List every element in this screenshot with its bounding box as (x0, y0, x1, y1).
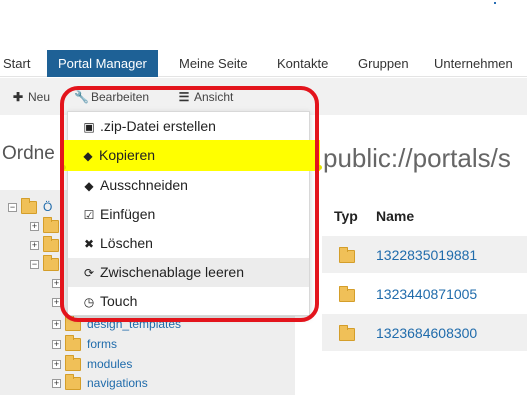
menu-item-create-zip[interactable]: ▣ .zip-Datei erstellen (68, 112, 309, 141)
tree-row[interactable]: + (52, 293, 65, 311)
new-button[interactable]: ✚ Neu (11, 88, 50, 106)
edit-menu-label: Bearbeiten (91, 90, 150, 104)
file-name-link[interactable]: 1322835019881 (376, 247, 477, 263)
file-name-link[interactable]: 1323684608300 (376, 325, 477, 341)
table-row[interactable]: 1322835019881 (322, 236, 527, 273)
file-name-link[interactable]: 1323440871005 (376, 286, 477, 302)
tree-row[interactable]: + (30, 235, 65, 254)
tree-item-label[interactable]: modules (87, 357, 132, 371)
tree-item-label[interactable]: design_templates (87, 317, 181, 331)
expand-icon[interactable]: + (52, 339, 61, 349)
new-button-label: Neu (28, 90, 51, 104)
nav-item-gruppen[interactable]: Gruppen (358, 50, 409, 77)
check-square-icon: ☑ (83, 208, 95, 222)
menu-item-label: .zip-Datei erstellen (100, 118, 216, 134)
tree-item-label[interactable]: navigations (87, 376, 148, 390)
menu-item-label: Ausschneiden (100, 177, 188, 193)
folder-icon (65, 373, 81, 390)
nav-item-unternehmen[interactable]: Unternehmen (434, 50, 513, 77)
expand-icon[interactable]: + (52, 278, 61, 288)
menu-item-paste[interactable]: ☑ Einfügen (68, 200, 309, 229)
times-icon: ✖ (83, 237, 95, 251)
top-navigation: Start Portal Manager Meine Seite Kontakt… (0, 50, 527, 77)
highlight-handle (317, 165, 322, 170)
folder-panel-title: Ordne (2, 143, 55, 164)
menu-item-label: Touch (100, 293, 138, 309)
edit-menu-button[interactable]: 🔧 Bearbeiten (74, 88, 149, 106)
menu-item-label: Einfügen (100, 206, 156, 222)
tree-row-design-templates[interactable]: + design_templates (52, 314, 181, 333)
folder-icon (43, 216, 59, 233)
nav-item-meine-seite[interactable]: Meine Seite (179, 50, 248, 77)
clock-icon: ◷ (83, 295, 95, 309)
menu-item-label: Kopieren (99, 147, 156, 163)
folder-icon (339, 325, 355, 341)
collapse-icon[interactable]: − (30, 259, 39, 269)
tree-row[interactable]: − (30, 254, 65, 273)
plus-icon: ✚ (12, 90, 24, 104)
tree-row-root[interactable]: − Ö (8, 197, 52, 216)
tag-icon: ◆ (84, 179, 94, 193)
menu-item-cut[interactable]: ◆ Ausschneiden (68, 171, 309, 200)
menu-item-label: Löschen (100, 235, 153, 251)
tree-row-forms[interactable]: + forms (52, 334, 117, 353)
nav-item-kontakte[interactable]: Kontakte (277, 50, 328, 77)
decorative-dot (494, 2, 496, 4)
table-row[interactable]: 1323440871005 (322, 275, 527, 312)
column-header-name[interactable]: Name (376, 208, 414, 224)
folder-icon (339, 286, 355, 302)
expand-icon[interactable]: + (52, 378, 61, 388)
folder-icon (43, 254, 59, 271)
menu-item-delete[interactable]: ✖ Löschen (68, 229, 309, 258)
expand-icon[interactable]: + (52, 297, 61, 307)
folder-icon (21, 197, 37, 214)
archive-icon: ▣ (83, 120, 95, 134)
tree-row-navigations[interactable]: + navigations (52, 373, 148, 392)
folder-icon (65, 354, 81, 371)
tree-row[interactable]: + (52, 274, 65, 292)
tree-row-modules[interactable]: + modules (52, 354, 132, 373)
nav-item-portal-manager[interactable]: Portal Manager (47, 50, 158, 77)
view-menu-label: Ansicht (194, 90, 234, 104)
menu-item-label: Zwischenablage leeren (100, 264, 244, 280)
expand-icon[interactable]: + (30, 240, 39, 250)
tag-icon: ◆ (83, 149, 93, 163)
menu-item-copy-highlighted[interactable]: ◆ Kopieren (67, 141, 310, 170)
folder-icon (339, 247, 355, 263)
folder-icon (65, 314, 81, 331)
tree-root-label[interactable]: Ö (43, 200, 52, 214)
view-menu-button[interactable]: ☰ Ansicht (177, 88, 234, 106)
wrench-icon: 🔧 (74, 90, 89, 104)
table-row[interactable]: 1323684608300 (322, 314, 527, 351)
expand-icon[interactable]: + (30, 221, 39, 231)
refresh-icon: ⟳ (83, 266, 95, 280)
expand-icon[interactable]: + (52, 319, 61, 329)
menu-item-clear-clipboard[interactable]: ⟳ Zwischenablage leeren (68, 258, 309, 287)
file-table: Typ Name 1322835019881 1323440871005 132… (322, 197, 527, 357)
tree-item-label[interactable]: forms (87, 337, 117, 351)
highlight-handle (61, 165, 66, 170)
menu-item-touch[interactable]: ◷ Touch (68, 287, 309, 316)
file-toolbar: ✚ Neu 🔧 Bearbeiten ☰ Ansicht (0, 78, 527, 115)
collapse-icon[interactable]: − (8, 202, 17, 212)
nav-item-start[interactable]: Start (3, 50, 30, 77)
folder-icon (43, 235, 59, 252)
list-icon: ☰ (178, 90, 190, 104)
column-header-type[interactable]: Typ (334, 208, 358, 224)
tree-row[interactable]: + (30, 216, 65, 235)
expand-icon[interactable]: + (52, 359, 61, 369)
current-path-title: public://portals/s (323, 143, 511, 173)
folder-icon (65, 334, 81, 351)
